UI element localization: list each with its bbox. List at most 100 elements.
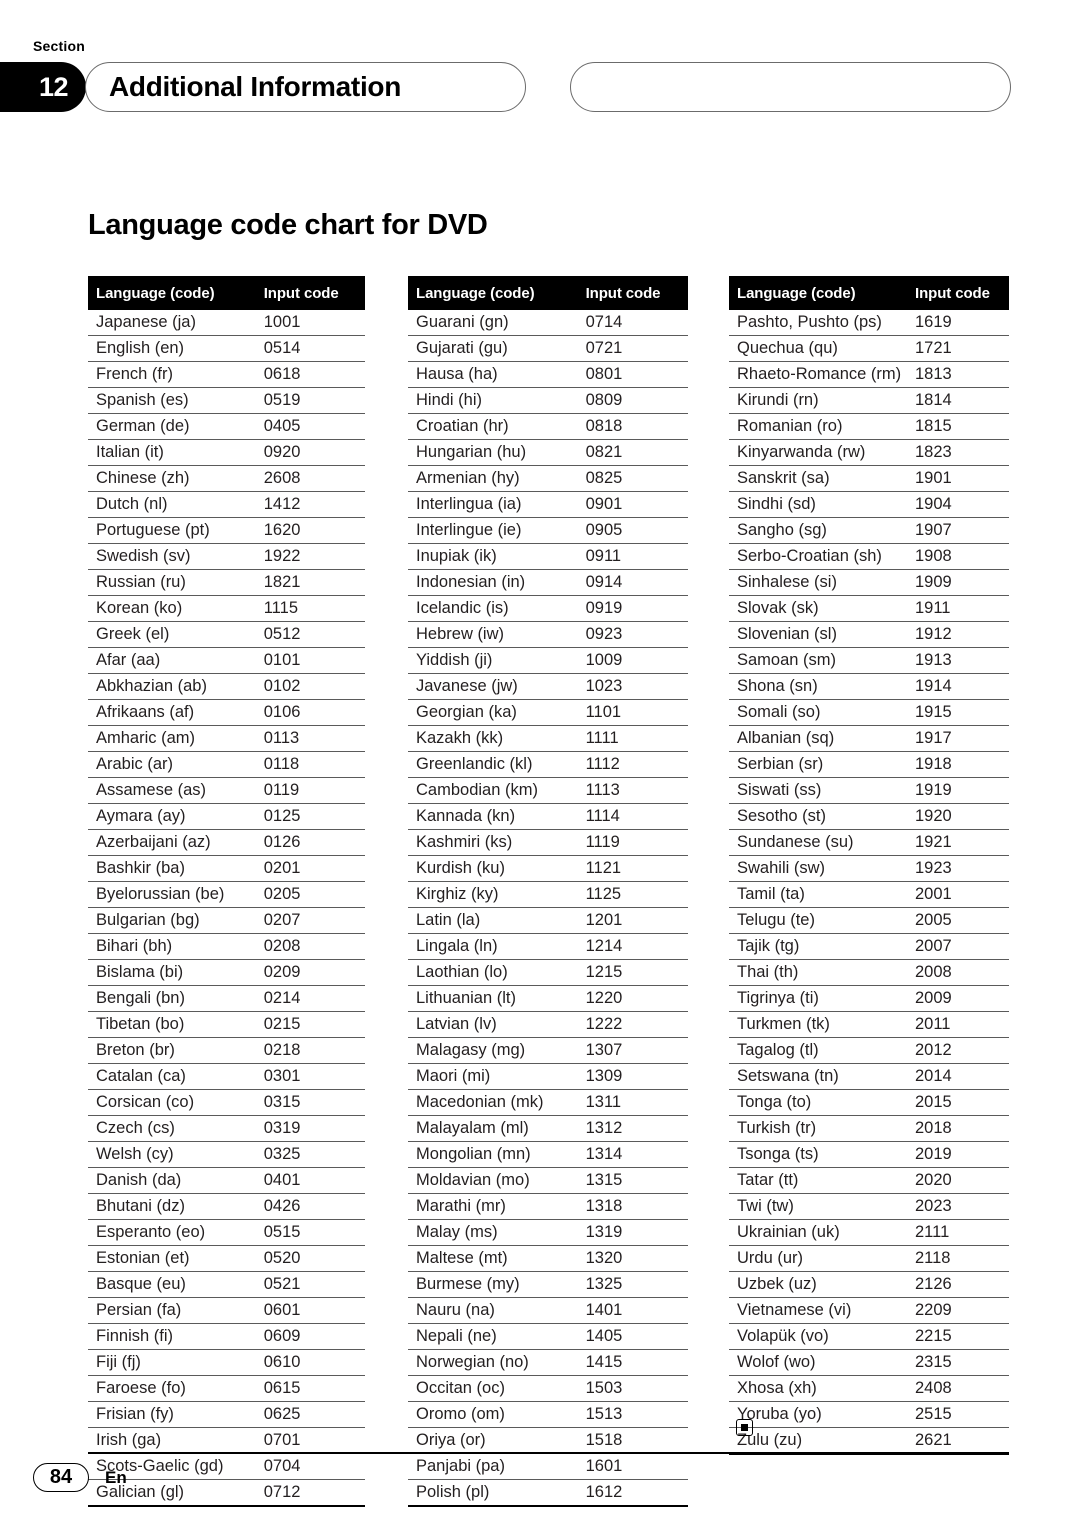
- language-name-cell: Cambodian (km): [408, 777, 582, 804]
- footer-divider: [88, 1452, 1009, 1455]
- input-code-cell: 1918: [911, 751, 1009, 778]
- input-code-cell: 1311: [581, 1089, 688, 1116]
- language-name-cell: Aymara (ay): [88, 803, 260, 830]
- page-title: Additional Information: [109, 71, 402, 102]
- input-code-cell: 0625: [259, 1401, 365, 1428]
- input-code-cell: 1001: [259, 310, 365, 336]
- table-row: Bhutani (dz) 0426: [88, 1193, 365, 1220]
- input-code-cell: 0201: [259, 855, 365, 882]
- input-code-cell: 0901: [581, 491, 688, 518]
- table-row: Welsh (cy) 0325: [88, 1141, 365, 1168]
- language-name-cell: Macedonian (mk): [408, 1089, 582, 1116]
- input-code-cell: 2023: [911, 1193, 1009, 1220]
- table-row: Wolof (wo) 2315: [729, 1349, 1009, 1376]
- language-name-cell: Volapük (vo): [729, 1323, 911, 1350]
- input-code-cell: 0919: [581, 595, 688, 622]
- table-body: Guarani (gn) 0714 Gujarati (gu) 0721 Hausa (…: [408, 310, 688, 1507]
- language-name-cell: Twi (tw): [729, 1193, 911, 1220]
- input-code-cell: 1920: [911, 803, 1009, 830]
- table-row: Georgian (ka) 1101: [408, 699, 688, 726]
- input-code-cell: 2014: [911, 1063, 1009, 1090]
- table-row: Latin (la) 1201: [408, 907, 688, 934]
- table-row: Italian (it) 0920: [88, 439, 365, 466]
- language-name-cell: Urdu (ur): [729, 1245, 911, 1272]
- input-code-cell: 2408: [911, 1375, 1009, 1402]
- table-body: Pashto, Pushto (ps) 1619 Quechua (qu) 1721 R…: [729, 310, 1009, 1455]
- table-row: Slovak (sk) 1911: [729, 595, 1009, 622]
- table-row: Aymara (ay) 0125: [88, 803, 365, 830]
- language-name-cell: Catalan (ca): [88, 1063, 260, 1090]
- language-name-cell: Kirundi (rn): [729, 387, 911, 414]
- input-code-cell: 0301: [259, 1063, 365, 1090]
- input-code-cell: 2015: [911, 1089, 1009, 1116]
- input-code-cell: 0610: [259, 1349, 365, 1376]
- input-code-cell: 0704: [259, 1453, 365, 1480]
- table-row: Gujarati (gu) 0721: [408, 335, 688, 362]
- language-name-cell: Marathi (mr): [408, 1193, 582, 1220]
- input-code-cell: 0515: [259, 1219, 365, 1246]
- language-name-cell: Serbian (sr): [729, 751, 911, 778]
- input-code-cell: 2621: [911, 1427, 1009, 1455]
- table-row: Kirundi (rn) 1814: [729, 387, 1009, 414]
- table-row: Indonesian (in) 0914: [408, 569, 688, 596]
- table-row: Tsonga (ts) 2019: [729, 1141, 1009, 1168]
- table-row: Lingala (ln) 1214: [408, 933, 688, 960]
- input-code-cell: 1312: [581, 1115, 688, 1142]
- language-name-cell: Spanish (es): [88, 387, 260, 414]
- input-code-cell: 1121: [581, 855, 688, 882]
- table-row: Malayalam (ml) 1312: [408, 1115, 688, 1142]
- table-row: Samoan (sm) 1913: [729, 647, 1009, 674]
- input-code-cell: 1318: [581, 1193, 688, 1220]
- input-code-cell: 2209: [911, 1297, 1009, 1324]
- language-name-cell: Welsh (cy): [88, 1141, 260, 1168]
- column-header-input-code: Input code: [911, 276, 1009, 310]
- table-row: Inupiak (ik) 0911: [408, 543, 688, 570]
- language-code-table: Language (code) Input code Guarani (gn) 0…: [408, 276, 688, 1507]
- table-row: Icelandic (is) 0919: [408, 595, 688, 622]
- language-name-cell: Norwegian (no): [408, 1349, 582, 1376]
- page-header: 12 Additional Information: [0, 62, 1080, 112]
- language-name-cell: Javanese (jw): [408, 673, 582, 700]
- table-row: Serbian (sr) 1918: [729, 751, 1009, 778]
- language-name-cell: German (de): [88, 413, 260, 440]
- table-row: Siswati (ss) 1919: [729, 777, 1009, 804]
- input-code-cell: 2005: [911, 907, 1009, 934]
- input-code-cell: 0821: [581, 439, 688, 466]
- language-name-cell: Russian (ru): [88, 569, 260, 596]
- input-code-cell: 0520: [259, 1245, 365, 1272]
- column-header-language: Language (code): [408, 276, 582, 310]
- language-name-cell: Estonian (et): [88, 1245, 260, 1272]
- table-row: Nauru (na) 1401: [408, 1297, 688, 1324]
- language-name-cell: Tonga (to): [729, 1089, 911, 1116]
- input-code-cell: 2111: [911, 1219, 1009, 1246]
- table-row: Quechua (qu) 1721: [729, 335, 1009, 362]
- section-title-pill: Additional Information: [85, 62, 526, 112]
- input-code-cell: 1111: [581, 725, 688, 752]
- language-name-cell: English (en): [88, 335, 260, 362]
- language-name-cell: Sesotho (st): [729, 803, 911, 830]
- table-row: Czech (cs) 0319: [88, 1115, 365, 1142]
- table-row: Irish (ga) 0701: [88, 1427, 365, 1454]
- table-row: Faroese (fo) 0615: [88, 1375, 365, 1402]
- table-row: Serbo-Croatian (sh) 1908: [729, 543, 1009, 570]
- table-row: Hungarian (hu) 0821: [408, 439, 688, 466]
- input-code-cell: 0215: [259, 1011, 365, 1038]
- language-name-cell: Pashto, Pushto (ps): [729, 310, 911, 336]
- input-code-cell: 0208: [259, 933, 365, 960]
- language-name-cell: Thai (th): [729, 959, 911, 986]
- table-row: Spanish (es) 0519: [88, 387, 365, 414]
- input-code-cell: 1222: [581, 1011, 688, 1038]
- table-row: Afar (aa) 0101: [88, 647, 365, 674]
- input-code-cell: 1320: [581, 1245, 688, 1272]
- input-code-cell: 2019: [911, 1141, 1009, 1168]
- table-body: Japanese (ja) 1001 English (en) 0514 French …: [88, 310, 365, 1507]
- language-name-cell: Oriya (or): [408, 1427, 582, 1454]
- table-row: Macedonian (mk) 1311: [408, 1089, 688, 1116]
- language-name-cell: Shona (sn): [729, 673, 911, 700]
- input-code-cell: 0712: [259, 1479, 365, 1507]
- language-name-cell: Bihari (bh): [88, 933, 260, 960]
- column-header-language: Language (code): [729, 276, 911, 310]
- language-name-cell: Afrikaans (af): [88, 699, 260, 726]
- language-name-cell: Bhutani (dz): [88, 1193, 260, 1220]
- table-row: Polish (pl) 1612: [408, 1479, 688, 1507]
